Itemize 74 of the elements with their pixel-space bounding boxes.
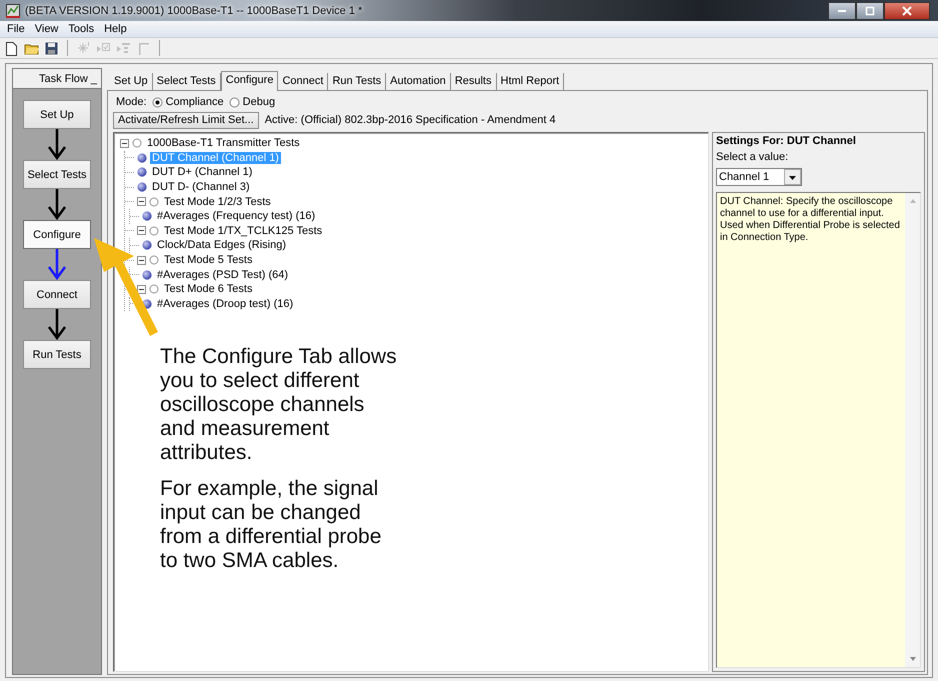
close-icon [902,6,912,16]
down-arrow-icon [48,129,66,160]
menu-item[interactable]: File [2,23,30,35]
radio-button[interactable] [152,96,163,108]
tab[interactable]: Set Up [110,73,153,90]
tree-item[interactable]: DUT D+ (Channel 1) [150,166,254,178]
collapse-toggle-icon[interactable] [137,226,146,236]
scroll-down-icon[interactable] [908,656,916,662]
tree-item[interactable]: #Averages (PSD Test) (64) [155,268,290,281]
select-prompt: Select a value: [716,151,790,163]
down-arrow-icon [48,249,66,280]
settings-title: Settings For: DUT Channel [716,135,857,147]
active-limit-set-text: Active: (Official) 802.3bp-2016 Specification - Amendment 4 [264,114,556,126]
group-circle-icon [149,284,159,294]
tab[interactable]: Run Tests [328,73,386,90]
collapse-toggle-icon[interactable] [137,197,146,206]
app-icon [6,4,20,18]
panel-title: Task Flow [38,72,88,84]
task-step-button[interactable]: Set Up [23,100,91,129]
collapse-toggle-icon[interactable] [137,284,146,294]
tree-item[interactable]: Clock/Data Edges (Rising) [155,239,288,252]
tree-item[interactable]: #Averages (Frequency test) (16) [155,210,318,222]
task-step-button[interactable]: Connect [23,280,91,309]
setting-ball-icon [137,167,147,178]
window-title: (BETA VERSION 1.19.9001) 1000Base-T1 -- 1000BaseT1 Device 1 * [25,4,364,16]
menu-item[interactable]: Tools [63,23,100,35]
tab[interactable]: Automation [386,73,451,90]
task-step-button[interactable]: Run Tests [23,340,91,369]
collapse-button[interactable]: _ [90,72,97,84]
tab[interactable]: Configure [220,71,278,91]
close-button[interactable] [884,2,930,20]
tab[interactable]: Html Report [496,73,564,90]
activate-limit-set-button[interactable]: Activate/Refresh Limit Set... [113,112,259,128]
setting-ball-icon [137,152,147,163]
tree-item[interactable]: #Averages (Droop test) (16) [155,298,296,310]
collapse-toggle-icon[interactable] [120,138,129,148]
group-circle-icon [132,138,142,148]
tree-item[interactable]: Test Mode 6 Tests [162,283,254,296]
channel-dropdown[interactable]: Channel 1 [716,168,802,186]
menu-item[interactable]: Help [99,23,132,35]
maximize-button[interactable] [856,2,884,20]
tree-item[interactable]: Test Mode 1/2/3 Tests [162,196,273,208]
setting-ball-icon [142,211,152,222]
setting-ball-icon [142,240,152,250]
setting-ball-icon [142,270,152,280]
minimize-icon [838,10,846,12]
task-step-button[interactable]: Select Tests [23,160,91,189]
tree-item[interactable]: Test Mode 1/TX_TCLK125 Tests [162,224,324,237]
tree-item[interactable]: DUT D- (Channel 3) [150,181,252,194]
callout-text: For example, the signal input can be changed from a differential probe to two SMA cables. [160,477,382,573]
menu-item[interactable]: View [30,23,64,35]
scrollbar[interactable] [905,193,920,667]
tree-item[interactable]: 1000Base-T1 Transmitter Tests [145,137,302,150]
group-circle-icon [149,255,159,266]
down-arrow-icon [48,309,66,340]
dropdown-caret-icon[interactable] [784,169,801,185]
callout-text: The Configure Tab allows you to select different oscilloscope channels and measurement attributes. [160,345,398,465]
minimize-button[interactable] [828,2,856,20]
down-arrow-icon [48,189,66,220]
radio-label: Compliance [166,96,224,108]
radio-label: Debug [242,96,276,108]
radio-button[interactable] [228,96,240,108]
group-circle-icon [149,226,159,236]
mode-label: Mode: [116,96,147,108]
group-circle-icon [149,196,159,207]
page-icon[interactable] [4,40,19,56]
tree-item[interactable]: Test Mode 5 Tests [162,254,254,266]
setting-description: DUT Channel: Specify the oscilloscope channel to use for a differential input. Used when Differential Probe is selected in Connection Type. [720,196,901,245]
setting-ball-icon [137,182,147,192]
tab[interactable]: Connect [278,73,328,90]
task-step-button[interactable]: Configure [23,220,91,249]
collapse-toggle-icon[interactable] [137,256,146,265]
tab[interactable]: Results [450,73,496,90]
maximize-icon [865,6,875,16]
